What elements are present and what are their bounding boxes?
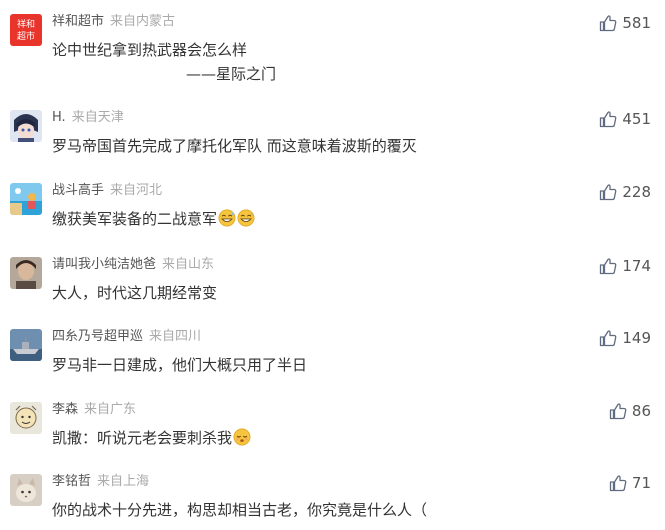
photo-avatar xyxy=(10,257,42,289)
comment-text: 凯撒：听说元老会要刺杀我 xyxy=(52,426,251,450)
location: 来自广东 xyxy=(84,402,137,417)
cartoon-avatar xyxy=(10,402,42,434)
like-button[interactable]: 174 xyxy=(599,257,651,275)
like-button[interactable]: 581 xyxy=(599,14,651,32)
location: 来自天津 xyxy=(71,110,124,125)
username[interactable]: 请叫我小纯洁她爸 xyxy=(52,257,156,272)
comment-text: 论中世纪拿到热武器会怎么样 xyxy=(52,41,248,59)
like-count: 581 xyxy=(622,14,651,32)
comment-meta: 请叫我小纯洁她爸 来自山东 xyxy=(52,257,214,273)
username[interactable]: H. xyxy=(52,110,66,125)
location: 来自四川 xyxy=(149,329,202,344)
like-count: 451 xyxy=(622,110,651,128)
comment-item: 四糸乃号超甲巡 来自四川 罗马非一日建成，他们大概只用了半日 149 xyxy=(0,329,665,385)
thumbs-up-icon xyxy=(609,403,627,420)
comment-item: H. 来自天津 罗马帝国首先完成了摩托化军队 而这意味着波斯的覆灭 451 xyxy=(0,110,665,166)
like-count: 228 xyxy=(622,183,651,201)
thumbs-up-icon xyxy=(600,15,617,32)
like-count: 71 xyxy=(631,474,651,492)
comment-item: 李森 来自广东 凯撒：听说元老会要刺杀我 86 xyxy=(0,402,665,458)
comment-meta: 祥和超市 来自内蒙古 xyxy=(52,14,175,30)
location: 来自内蒙古 xyxy=(110,14,176,29)
beach-avatar xyxy=(10,183,42,215)
relieved-emoji xyxy=(233,428,251,446)
like-count: 86 xyxy=(631,402,651,420)
comment-list: 祥和 超市 祥和超市 来自内蒙古 论中世纪拿到热武器会怎么样 ——星际之门 581 xyxy=(0,0,665,530)
thumbs-up-icon xyxy=(600,111,617,128)
avatar[interactable] xyxy=(10,402,42,434)
comment-meta: H. 来自天津 xyxy=(52,110,124,126)
like-button[interactable]: 451 xyxy=(599,110,651,128)
avatar[interactable] xyxy=(10,183,42,215)
comment-meta: 战斗高手 来自河北 xyxy=(52,183,162,199)
comment-meta: 李森 来自广东 xyxy=(52,402,136,418)
avatar[interactable] xyxy=(10,257,42,289)
comment-item: 李铭哲 来自上海 你的战术十分先进，构思却相当古老，你究竟是什么人（ 71 xyxy=(0,474,665,530)
svg-text:超市: 超市 xyxy=(17,30,35,42)
thumbs-up-icon xyxy=(600,330,617,347)
username[interactable]: 战斗高手 xyxy=(52,183,104,198)
avatar[interactable] xyxy=(10,329,42,361)
like-button[interactable]: 86 xyxy=(609,402,651,420)
ship-avatar xyxy=(10,329,42,361)
grin-sweat-emoji xyxy=(218,209,236,227)
username[interactable]: 李森 xyxy=(52,402,78,417)
svg-text:祥和: 祥和 xyxy=(17,18,35,30)
comment-text: 大人，时代这几期经常变 xyxy=(52,284,218,302)
username[interactable]: 祥和超市 xyxy=(52,14,104,29)
comment-text: 罗马非一日建成，他们大概只用了半日 xyxy=(52,356,308,374)
thumbs-up-icon xyxy=(600,184,617,201)
like-button[interactable]: 228 xyxy=(599,183,651,201)
like-button[interactable]: 149 xyxy=(599,329,651,347)
comment-text-content: 凯撒：听说元老会要刺杀我 xyxy=(52,429,233,447)
cat-avatar xyxy=(10,474,42,506)
comment-text-content: 缴获美军装备的二战意军 xyxy=(52,210,218,228)
comment-text: 缴获美军装备的二战意军 xyxy=(52,207,255,231)
comment-meta: 四糸乃号超甲巡 来自四川 xyxy=(52,329,201,345)
avatar[interactable] xyxy=(10,110,42,142)
store-logo-avatar: 祥和 超市 xyxy=(10,14,42,46)
username[interactable]: 李铭哲 xyxy=(52,474,91,489)
grin-sweat-emoji xyxy=(237,209,255,227)
thumbs-up-icon xyxy=(609,475,627,492)
location: 来自上海 xyxy=(97,474,150,489)
comment-text-line2: ——星际之门 xyxy=(186,65,277,83)
like-count: 149 xyxy=(622,329,651,347)
avatar[interactable] xyxy=(10,474,42,506)
comment-text: 罗马帝国首先完成了摩托化军队 而这意味着波斯的覆灭 xyxy=(52,137,417,155)
like-count: 174 xyxy=(622,257,651,275)
comment-item: 战斗高手 来自河北 缴获美军装备的二战意军 228 xyxy=(0,183,665,239)
avatar[interactable]: 祥和 超市 xyxy=(10,14,42,46)
comment-item: 祥和 超市 祥和超市 来自内蒙古 论中世纪拿到热武器会怎么样 ——星际之门 581 xyxy=(0,14,665,94)
anime-avatar xyxy=(10,110,42,142)
comment-text: 你的战术十分先进，构思却相当古老，你究竟是什么人（ xyxy=(52,501,428,519)
comment-meta: 李铭哲 来自上海 xyxy=(52,474,149,490)
location: 来自山东 xyxy=(162,257,215,272)
location: 来自河北 xyxy=(110,183,163,198)
like-button[interactable]: 71 xyxy=(609,474,651,492)
thumbs-up-icon xyxy=(600,258,617,275)
comment-item: 请叫我小纯洁她爸 来自山东 大人，时代这几期经常变 174 xyxy=(0,257,665,313)
username[interactable]: 四糸乃号超甲巡 xyxy=(52,329,143,344)
